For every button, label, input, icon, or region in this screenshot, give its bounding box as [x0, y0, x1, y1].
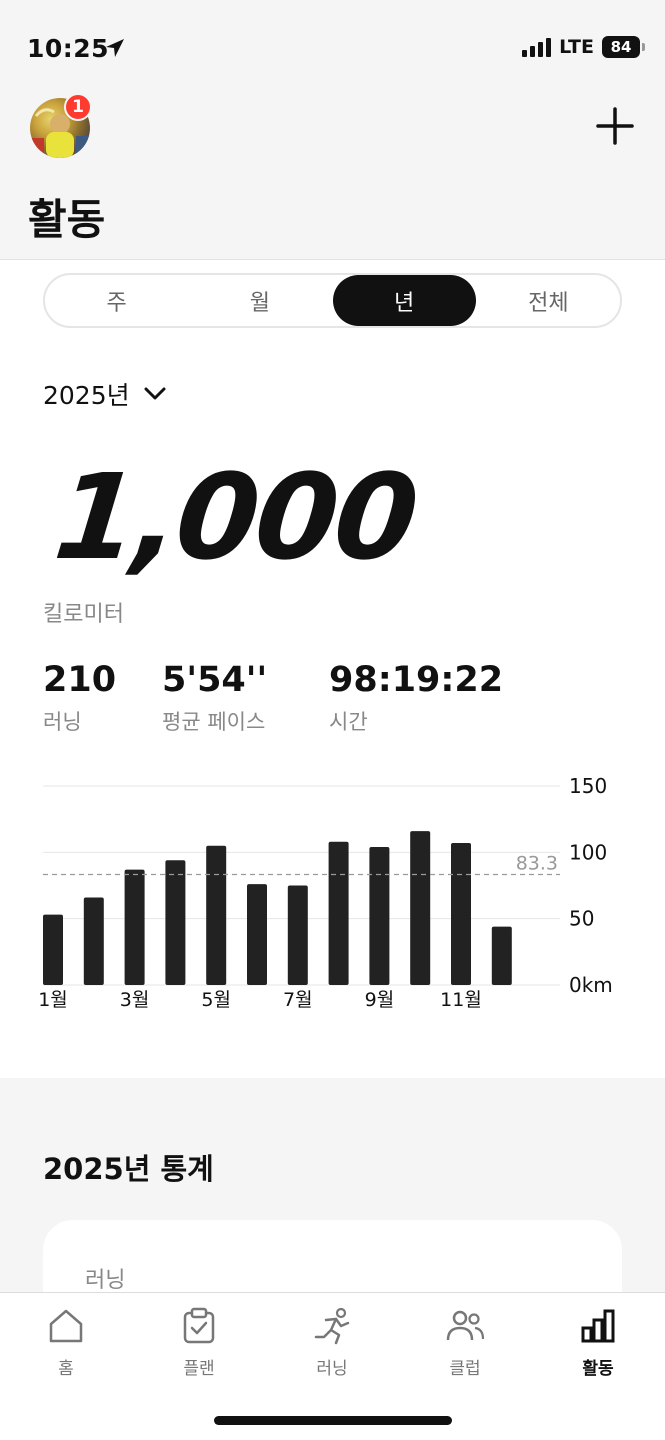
stats-title: 2025년 통계 — [43, 1152, 214, 1186]
chart-bar — [206, 845, 227, 985]
pace-value: 5'54'' — [162, 660, 268, 700]
average-label: 83.3 — [516, 852, 558, 874]
distance-unit: 킬로미터 — [43, 602, 124, 627]
x-tick-label: 5월 — [201, 989, 231, 1011]
chart-bar — [491, 926, 512, 985]
stats-card-label: 러닝 — [85, 1268, 126, 1293]
nav-plan[interactable]: 플랜 — [149, 1306, 249, 1379]
nav-run[interactable]: 러닝 — [282, 1306, 382, 1379]
nav-run-label: 러닝 — [316, 1359, 348, 1379]
chart-bar — [328, 841, 349, 985]
nav-activity[interactable]: 활동 — [548, 1306, 648, 1379]
runner-icon — [314, 1307, 350, 1345]
nav-club[interactable]: 클럽 — [415, 1306, 515, 1379]
stat-time: 98:19:22 시간 — [329, 660, 503, 736]
runs-label: 러닝 — [43, 710, 82, 734]
tab-all[interactable]: 전체 — [477, 275, 620, 326]
stat-pace: 5'54'' 평균 페이스 — [162, 660, 267, 736]
chevron-down-icon — [144, 387, 166, 400]
nav-home[interactable]: 홈 — [16, 1306, 116, 1379]
nav-home-label: 홈 — [58, 1359, 74, 1379]
home-indicator — [214, 1416, 452, 1425]
signal-icon — [522, 37, 552, 57]
year-selector-label: 2025년 — [43, 381, 130, 410]
tab-year[interactable]: 년 — [332, 275, 476, 326]
chart-bar — [124, 869, 145, 985]
chart-bar — [451, 843, 471, 985]
network-label: LTE — [559, 36, 594, 58]
status-indicators: LTE 84 — [522, 36, 645, 58]
battery-level: 84 — [610, 38, 632, 56]
battery-cap — [642, 43, 645, 51]
x-tick-label: 3월 — [120, 989, 150, 1011]
tab-week[interactable]: 주 — [45, 275, 188, 326]
time-value: 98:19:22 — [329, 660, 504, 700]
stat-runs: 210 러닝 — [43, 660, 116, 736]
total-distance: 1,000 — [48, 448, 422, 586]
nav-plan-label: 플랜 — [183, 1359, 215, 1379]
y-tick-label: 50 — [569, 907, 594, 931]
x-tick-label: 7월 — [283, 989, 313, 1011]
add-icon[interactable] — [595, 106, 635, 146]
monthly-distance-chart: 150 100 50 0km 83.3 1월 3월 5월 7월 9월 11월 — [38, 774, 613, 1011]
location-arrow-icon — [106, 39, 124, 57]
bar-chart-icon — [581, 1309, 615, 1343]
status-time: 10:25 — [27, 34, 110, 63]
notification-badge: 1 — [64, 93, 92, 121]
chart-bar — [83, 897, 104, 985]
year-selector[interactable]: 2025년 — [43, 376, 166, 412]
runs-value: 210 — [43, 660, 117, 700]
x-tick-label: 1월 — [38, 989, 68, 1011]
time-label: 시간 — [329, 710, 368, 734]
y-tick-label: 100 — [569, 840, 607, 864]
people-icon — [446, 1310, 485, 1341]
y-tick-label: 150 — [569, 774, 607, 798]
x-tick-label: 11월 — [440, 989, 482, 1011]
period-tabs: 주 월 년 전체 — [43, 273, 622, 328]
nav-activity-label: 활동 — [582, 1359, 614, 1379]
nav-club-label: 클럽 — [449, 1359, 481, 1379]
chart-bar — [43, 914, 63, 985]
battery-icon: 84 — [602, 36, 640, 58]
home-icon — [49, 1309, 83, 1343]
chart-bar — [165, 860, 186, 985]
chart-bar — [410, 831, 431, 985]
pace-label: 평균 페이스 — [162, 710, 266, 734]
y-tick-label: 0km — [569, 973, 613, 997]
chart-bar — [369, 847, 390, 985]
tab-month[interactable]: 월 — [188, 275, 331, 326]
clipboard-icon — [183, 1307, 215, 1344]
chart-bar — [287, 885, 308, 985]
page-title: 활동 — [28, 195, 106, 244]
x-tick-label: 9월 — [365, 989, 395, 1011]
chart-bar — [247, 884, 267, 985]
